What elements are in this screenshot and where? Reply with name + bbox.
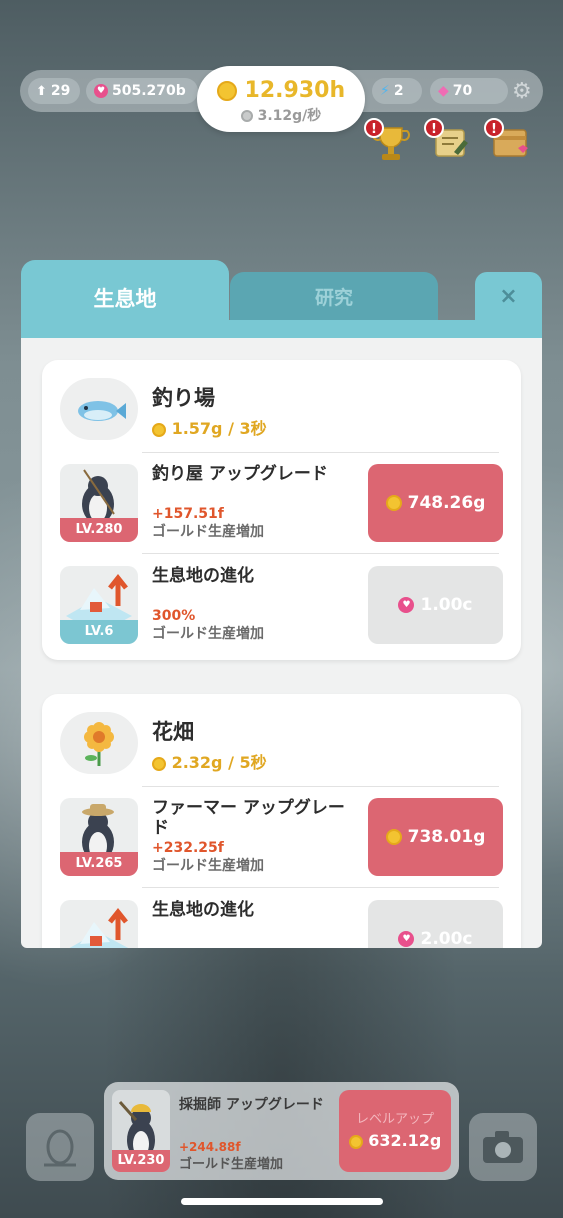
divider (142, 452, 499, 453)
worker-portrait: LV.280 (60, 464, 138, 542)
home-indicator[interactable] (181, 1198, 383, 1205)
buy-price: 2.00c (420, 929, 473, 948)
heart-count: 505.270b (112, 83, 186, 99)
gold-amount: 12.930h (244, 78, 346, 103)
habitat-icon (60, 378, 138, 440)
level-up-button[interactable]: レベルアップ 632.12g (339, 1090, 451, 1172)
quick-upgrade-bonus: +244.88f (179, 1140, 241, 1154)
evolution-bonus: 300% (152, 608, 196, 624)
tab-habitat[interactable]: 生息地 (21, 260, 229, 340)
upgrade-desc: ゴールド生産増加 (152, 524, 264, 540)
gold-coin-icon (385, 495, 402, 511)
alert-badge: ! (364, 118, 384, 138)
upgrade-bonus: +232.25f (152, 840, 224, 856)
habitat-card-fishing: 釣り場 1.57g / 3秒 LV.280 釣り屋 アップグレード +157.5… (42, 360, 521, 660)
divider (142, 786, 499, 787)
fish-icon (78, 401, 126, 421)
divider (142, 887, 499, 888)
arrow-count: 29 (50, 83, 71, 99)
upgrade-bonus: +157.51f (152, 506, 224, 522)
evolution-buy-button[interactable]: ♥ 1.00c (368, 566, 503, 644)
arrow-counter[interactable]: ⬆ 29 (28, 78, 80, 104)
upgrade-title: 釣り屋 アップグレード (152, 464, 328, 484)
upgrade-buy-button[interactable]: 738.01g (368, 798, 503, 876)
level-badge: LV.280 (60, 518, 138, 542)
divider (142, 553, 499, 554)
gold-coin-icon (152, 756, 166, 771)
quick-upgrade-title: 採掘師 アップグレード (179, 1097, 324, 1113)
quick-upgrade-card: LV.230 採掘師 アップグレード +244.88f ゴールド生産増加 レベル… (104, 1082, 459, 1180)
lightning-icon: ⚡ (380, 83, 390, 99)
level-badge: LV.265 (60, 852, 138, 876)
gold-coin-icon (216, 81, 237, 101)
egg-icon (44, 1129, 76, 1167)
gold-coin-icon (385, 829, 402, 845)
flower-icon (84, 722, 114, 766)
gem-counter[interactable]: ◆ 70 (430, 78, 508, 104)
evolution-portrait (60, 900, 138, 948)
energy-count: 2 (393, 83, 404, 99)
evolution-title: 生息地の進化 (152, 566, 254, 586)
habitat-rate-text: 2.32g / 5秒 (171, 753, 267, 772)
habitat-card-flower: 花畑 2.32g / 5秒 LV.265 ファーマー アップグレード +232.… (42, 694, 521, 948)
alert-badge: ! (484, 118, 504, 138)
level-badge: LV.6 (60, 620, 138, 644)
gem-icon: ◆ (438, 83, 449, 99)
gift-button[interactable]: ! (484, 118, 532, 164)
upgrade-title: ファーマー アップグレード (152, 798, 345, 838)
camera-button[interactable] (469, 1113, 537, 1181)
habitat-name: 釣り場 (152, 386, 215, 410)
level-badge: LV.230 (112, 1150, 170, 1172)
energy-counter[interactable]: ⚡ 2 (372, 78, 422, 104)
habitat-panel: 研究 × 生息地 釣り場 1.57g / 3秒 LV.280 釣り屋 アップグレ… (21, 258, 542, 948)
camera-icon (483, 1131, 523, 1163)
arrow-up-icon: ⬆ (36, 83, 47, 99)
quest-button[interactable]: ! (424, 118, 472, 164)
upgrade-desc: ゴールド生産増加 (152, 858, 264, 874)
habitat-rate-text: 1.57g / 3秒 (171, 419, 267, 438)
silver-coin-icon (240, 110, 253, 122)
iceberg-house-icon (69, 907, 129, 948)
gold-rate: 3.12g/秒 (257, 108, 322, 124)
worker-portrait: LV.265 (60, 798, 138, 876)
miner-portrait: LV.230 (112, 1090, 170, 1172)
trophy-button[interactable]: ! (364, 118, 412, 164)
heart-coin-icon: ♥ (94, 84, 108, 98)
gear-icon[interactable]: ⚙ (512, 79, 532, 104)
buy-price: 748.26g (407, 493, 486, 513)
buy-price: 738.01g (407, 827, 486, 847)
evolution-buy-button[interactable]: ♥ 2.00c (368, 900, 503, 948)
tab-research[interactable]: 研究 (230, 272, 438, 322)
gold-coin-icon (348, 1134, 363, 1149)
evolution-title: 生息地の進化 (152, 900, 254, 920)
level-up-price: 632.12g (368, 1131, 442, 1150)
heart-coin-icon: ♥ (398, 931, 415, 947)
egg-button[interactable] (26, 1113, 94, 1181)
upgrade-buy-button[interactable]: 748.26g (368, 464, 503, 542)
quick-upgrade-desc: ゴールド生産増加 (179, 1157, 284, 1172)
evolution-desc: ゴールド生産増加 (152, 626, 264, 642)
habitat-name: 花畑 (152, 720, 194, 744)
habitat-rate: 2.32g / 5秒 (152, 749, 267, 773)
heart-counter[interactable]: ♥ 505.270b (86, 78, 198, 104)
habitat-icon (60, 712, 138, 774)
heart-coin-icon: ♥ (398, 597, 415, 613)
evolution-portrait: LV.6 (60, 566, 138, 644)
alert-badge: ! (424, 118, 444, 138)
habitat-rate: 1.57g / 3秒 (152, 415, 267, 439)
level-up-label: レベルアップ (355, 1112, 434, 1127)
gold-display: 12.930h 3.12g/秒 (197, 66, 365, 132)
close-button[interactable]: × (475, 272, 542, 322)
gold-coin-icon (152, 422, 166, 437)
buy-price: 1.00c (420, 595, 473, 615)
panel-body[interactable]: 釣り場 1.57g / 3秒 LV.280 釣り屋 アップグレード +157.5… (21, 338, 542, 948)
gem-count: 70 (452, 83, 473, 99)
